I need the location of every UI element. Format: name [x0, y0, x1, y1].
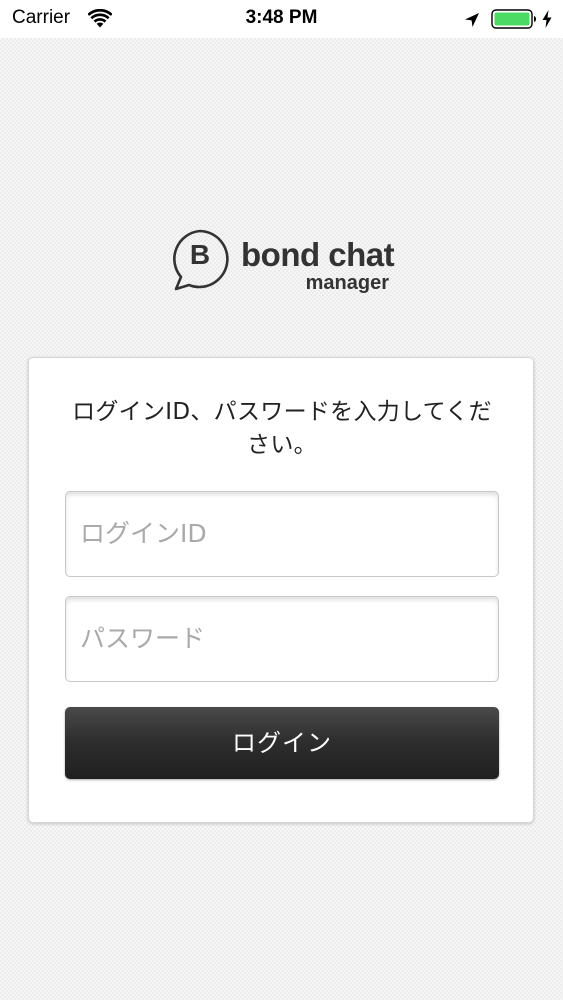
logo-name: bond chat — [241, 236, 395, 273]
logo-badge-letter: B — [189, 239, 211, 270]
location-icon — [465, 13, 479, 27]
charging-icon — [542, 10, 552, 28]
login-instruction: ログインID、パスワードを入力してください。 — [72, 399, 492, 458]
login-id-input[interactable]: ログインID — [65, 491, 499, 577]
app-logo: B bond chat manager — [169, 228, 399, 294]
password-input[interactable]: パスワード — [65, 596, 499, 682]
battery-icon — [491, 9, 537, 29]
logo-subtitle: manager — [305, 272, 389, 294]
password-placeholder: パスワード — [80, 624, 206, 653]
login-id-placeholder: ログインID — [80, 519, 207, 548]
login-card: ログインID、パスワードを入力してください。 ログインID パスワード ログイン — [28, 357, 534, 823]
login-button[interactable]: ログイン — [65, 707, 499, 779]
status-bar: Carrier 3:48 PM — [0, 0, 563, 38]
